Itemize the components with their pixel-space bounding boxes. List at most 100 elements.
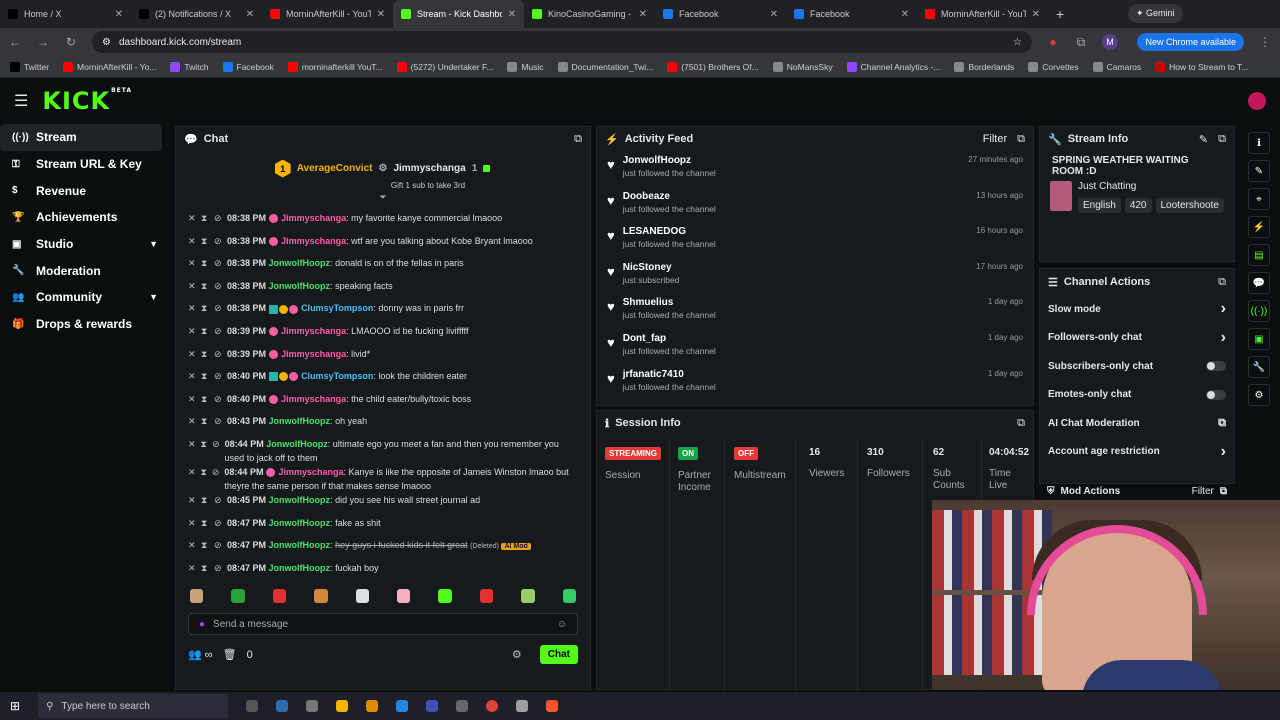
stream-tag[interactable]: English <box>1078 198 1121 213</box>
bookmark-item[interactable]: (5272) Undertaker F... <box>396 61 493 72</box>
crosshair-icon[interactable]: ⌖ <box>1248 188 1270 210</box>
bookmark-item[interactable]: Corvettes <box>1028 61 1079 72</box>
ban-user-icon[interactable]: ✕ <box>188 369 196 383</box>
ban-user-icon[interactable]: ✕ <box>188 211 196 225</box>
chat-username[interactable]: Jimmyschanga <box>281 213 346 223</box>
emote-icon[interactable] <box>190 589 204 604</box>
chat-username[interactable]: Jimmyschanga <box>281 326 346 336</box>
timeout-icon[interactable]: ⧗ <box>201 392 209 406</box>
new-tab-icon[interactable]: + <box>1056 6 1064 22</box>
emote-icon[interactable] <box>314 589 328 604</box>
gifter-name[interactable]: AverageConvict <box>297 163 373 174</box>
task-view-icon[interactable] <box>246 700 259 712</box>
mic-icon[interactable]: ● <box>199 619 205 630</box>
activity-filter-button[interactable]: Filter <box>983 133 1007 145</box>
extensions-puzzle-icon[interactable]: ⧉ <box>1074 35 1088 50</box>
settings-icon[interactable]: ⚙ <box>1248 384 1270 406</box>
emote-icon[interactable] <box>562 589 577 604</box>
timeout-icon[interactable]: ⧗ <box>201 465 207 479</box>
edit-pencil-icon[interactable]: ✎ <box>1199 133 1208 146</box>
chevron-right-icon[interactable]: › <box>1221 443 1226 461</box>
channel-action-emotes-only-chat[interactable]: Emotes-only chat <box>1040 381 1234 410</box>
timeout-icon[interactable]: ⧗ <box>201 538 209 552</box>
delete-icon[interactable]: ⊘ <box>214 256 222 270</box>
sidebar-item-drops-rewards[interactable]: 🎁 Drops & rewards <box>0 311 170 338</box>
user-avatar[interactable] <box>1248 92 1266 110</box>
chat-username[interactable]: JonwolfHoopz <box>269 258 331 268</box>
sidebar-item-moderation[interactable]: 🔧 Moderation <box>0 257 170 284</box>
browser-tab[interactable]: (2) Notifications / X ✕ <box>131 0 262 28</box>
chat-username[interactable]: Jimmyschanga <box>278 467 343 477</box>
info-icon[interactable]: ℹ <box>1248 132 1270 154</box>
popout-icon[interactable]: ⧉ <box>1218 276 1226 289</box>
bookmark-item[interactable]: Channel Analytics -... <box>846 61 940 72</box>
timeout-icon[interactable]: ⧗ <box>201 256 209 270</box>
browser-tab[interactable]: Stream - Kick Dashboard ✕ <box>393 0 524 28</box>
ban-user-icon[interactable]: ✕ <box>188 437 196 451</box>
browser-tab[interactable]: MorninAfterKill - YouTu ✕ <box>262 0 393 28</box>
activity-username[interactable]: Shmuelius <box>623 297 716 308</box>
chat-icon[interactable]: 💬 <box>1248 272 1270 294</box>
timeout-icon[interactable]: ⧗ <box>201 516 209 530</box>
bookmark-item[interactable]: Twitch <box>170 61 209 72</box>
emoji-icon[interactable]: ☺ <box>557 619 567 630</box>
delete-icon[interactable]: ⊘ <box>214 414 222 428</box>
delete-icon[interactable]: ⊘ <box>214 211 222 225</box>
channel-action-subscribers-only-chat[interactable]: Subscribers-only chat <box>1040 352 1234 381</box>
bookmark-item[interactable]: (7501) Brothers Of... <box>667 61 759 72</box>
browser-tab[interactable]: KinoCasinoGaming - W ✕ <box>524 0 655 28</box>
browser-tab[interactable]: MorninAfterKill - YouTu ✕ <box>917 0 1048 28</box>
file-explorer-icon[interactable] <box>336 700 349 712</box>
chat-username[interactable]: JonwolfHoopz <box>269 416 331 426</box>
ban-user-icon[interactable]: ✕ <box>188 392 196 406</box>
timeout-icon[interactable]: ⧗ <box>201 324 209 338</box>
chat-settings-icon[interactable]: ⚙ <box>512 648 522 661</box>
chat-username[interactable]: Jimmyschanga <box>281 349 346 359</box>
timeout-icon[interactable]: ⧗ <box>201 414 209 428</box>
tab-close-icon[interactable]: ✕ <box>115 9 123 20</box>
profile-avatar[interactable]: M <box>1102 34 1118 50</box>
emote-icon[interactable] <box>521 589 535 604</box>
delete-icon[interactable]: ⊘ <box>214 234 222 248</box>
external-link-icon[interactable]: ⧉ <box>1218 417 1226 430</box>
activity-username[interactable]: JonwolfHoopz <box>623 155 716 166</box>
chat-username[interactable]: JonwolfHoopz <box>269 281 331 291</box>
stream-tag[interactable]: 420 <box>1124 198 1152 213</box>
channel-action-account-age-restriction[interactable]: Account age restriction › <box>1040 438 1234 467</box>
ban-user-icon[interactable]: ✕ <box>188 414 196 428</box>
bookmark-item[interactable]: Camaros <box>1092 61 1141 72</box>
timeout-icon[interactable]: ⧗ <box>201 211 209 225</box>
tab-close-icon[interactable]: ✕ <box>377 9 385 20</box>
popout-icon[interactable]: ⧉ <box>1017 133 1025 146</box>
sidebar-item-studio[interactable]: ▣ Studio ▼ <box>0 231 170 258</box>
tab-close-icon[interactable]: ✕ <box>770 9 778 20</box>
bookmark-item[interactable]: NoMansSky <box>772 61 833 72</box>
delete-icon[interactable]: ⊘ <box>214 392 222 406</box>
ban-user-icon[interactable]: ✕ <box>188 538 196 552</box>
chat-username[interactable]: JonwolfHoopz <box>269 518 331 528</box>
tab-close-icon[interactable]: ✕ <box>1032 9 1040 20</box>
ban-user-icon[interactable]: ✕ <box>188 234 196 248</box>
ban-user-icon[interactable]: ✕ <box>188 324 196 338</box>
timeout-icon[interactable]: ⧗ <box>201 234 209 248</box>
settings-icon[interactable] <box>516 700 529 712</box>
stream-tag[interactable]: Lootershoote <box>1155 198 1224 213</box>
bookmark-item[interactable]: How to Stream to T... <box>1155 61 1248 72</box>
chevron-right-icon[interactable]: › <box>1221 300 1226 318</box>
chat-username[interactable]: ClumsyTompson <box>301 371 373 381</box>
delete-icon[interactable]: ⊘ <box>214 279 222 293</box>
brave-icon[interactable] <box>546 700 559 712</box>
delete-icon[interactable]: ⊘ <box>212 465 220 479</box>
pencil-icon[interactable]: ✎ <box>1248 160 1270 182</box>
chat-username[interactable]: JonwolfHoopz <box>266 439 328 449</box>
chat-username[interactable]: Jimmyschanga <box>281 394 346 404</box>
sidebar-item-stream[interactable]: ((·)) Stream <box>0 124 162 151</box>
delete-icon[interactable]: ⊘ <box>214 516 222 530</box>
activity-username[interactable]: Dont_fap <box>623 333 716 344</box>
broadcast-icon[interactable]: ((·)) <box>1248 300 1270 322</box>
taskbar-search[interactable]: ⚲ Type here to search <box>38 694 229 718</box>
bookmark-item[interactable]: Music <box>507 61 544 72</box>
document-icon[interactable]: ▤ <box>1248 244 1270 266</box>
bookmark-item[interactable]: morninafterkill YouT... <box>287 61 383 72</box>
chevron-down-icon[interactable]: ▼ <box>149 292 158 302</box>
